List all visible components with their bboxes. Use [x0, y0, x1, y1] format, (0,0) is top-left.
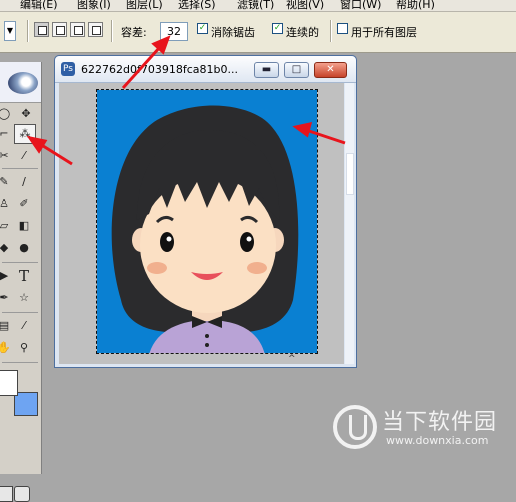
separator — [27, 20, 29, 42]
watermark-logo-icon — [333, 405, 377, 449]
vertical-scrollbar[interactable] — [345, 83, 354, 364]
all-layers-checkbox[interactable] — [337, 23, 348, 34]
photoshop-logo-icon[interactable] — [8, 72, 38, 94]
tolerance-input[interactable] — [160, 22, 188, 41]
contiguous-label: 连续的 — [286, 26, 319, 39]
eyedropper-tool-icon[interactable]: ⁄ — [16, 318, 32, 334]
watermark-name: 当下软件园 — [382, 410, 498, 435]
separator — [2, 168, 38, 169]
lasso-tool-icon[interactable]: ◯ — [0, 106, 12, 122]
all-layers-label: 用于所有图层 — [351, 26, 417, 39]
clone-stamp-tool-icon[interactable]: ♙ — [0, 196, 12, 212]
anti-alias-label: 消除锯齿 — [211, 26, 255, 39]
notes-tool-icon[interactable]: ▤ — [0, 318, 12, 334]
separator — [330, 20, 332, 42]
healing-brush-tool-icon[interactable]: ✎ — [0, 174, 12, 190]
minimize-button[interactable]: ▬ — [254, 62, 279, 78]
menu-layer[interactable]: 图层(L) — [126, 0, 163, 11]
shape-tool-icon[interactable]: ☆ — [16, 290, 32, 306]
brush-tool-icon[interactable]: ∕ — [16, 174, 32, 190]
canvas-area[interactable]: ^ — [59, 83, 344, 364]
tolerance-label: 容差: — [121, 26, 147, 39]
separator — [2, 262, 38, 263]
blur-tool-icon[interactable]: ◆ — [0, 240, 12, 256]
type-tool-icon[interactable]: T — [16, 268, 32, 284]
toolbox-header — [0, 62, 41, 103]
corner-marker-icon: ^ — [288, 354, 296, 364]
tool-preset-dropdown[interactable]: ▼ — [4, 21, 16, 41]
document-titlebar[interactable]: Ps 622762d0f703918fca81b0... ▬ □ ✕ — [55, 56, 356, 83]
history-brush-tool-icon[interactable]: ✐ — [16, 196, 32, 212]
slice-tool-icon[interactable]: ✂ — [0, 148, 12, 164]
anti-alias-checkbox[interactable]: ✓ — [197, 23, 208, 34]
photoshop-document-icon: Ps — [61, 62, 75, 76]
menu-select[interactable]: 选择(S) — [178, 0, 216, 11]
crop-tool-icon[interactable]: ⌐ — [0, 126, 12, 142]
subtract-from-selection-button[interactable] — [70, 22, 85, 37]
document-title: 622762d0f703918fca81b0... — [81, 63, 238, 76]
magic-wand-tool-icon[interactable]: ⁂ — [14, 124, 36, 144]
move-tool-icon[interactable]: ✥ — [18, 106, 34, 122]
dodge-tool-icon[interactable]: ● — [16, 240, 32, 256]
watermark-url: www.downxia.com — [386, 434, 489, 447]
toolbox: ◯ ✥ ⌐ ⁂ ✂ ⁄ ✎ ∕ ♙ ✐ ▱ ◧ ◆ ● ▶ T ✒ ☆ ▤ ⁄ … — [0, 62, 42, 502]
eyedropper-tool-icon[interactable]: ⁄ — [16, 148, 32, 164]
intersect-selection-button[interactable] — [88, 22, 103, 37]
maximize-button[interactable]: □ — [284, 62, 309, 78]
add-to-selection-button[interactable] — [52, 22, 67, 37]
path-select-tool-icon[interactable]: ▶ — [0, 268, 12, 284]
new-selection-button[interactable] — [34, 22, 49, 37]
menu-image[interactable]: 图象(I) — [77, 0, 111, 11]
pen-tool-icon[interactable]: ✒ — [0, 290, 12, 306]
menu-filter[interactable]: 滤镜(T) — [237, 0, 274, 11]
scrollbar-thumb[interactable] — [346, 153, 354, 195]
cartoon-girl-illustration — [97, 90, 317, 353]
document-window: Ps 622762d0f703918fca81b0... ▬ □ ✕ ^ — [54, 55, 357, 368]
hand-tool-icon[interactable]: ✋ — [0, 340, 12, 356]
separator — [2, 312, 38, 313]
contiguous-checkbox[interactable]: ✓ — [272, 23, 283, 34]
menu-help[interactable]: 帮助(H) — [396, 0, 435, 11]
options-bar: ▼ 容差: ✓ 消除锯齿 ✓ 连续的 用于所有图层 — [0, 12, 516, 53]
quick-mask-mode-button[interactable] — [14, 486, 30, 502]
menu-window[interactable]: 窗口(W) — [340, 0, 381, 11]
separator — [2, 362, 38, 363]
menu-edit[interactable]: 编辑(E) — [20, 0, 58, 11]
standard-mode-button[interactable] — [0, 486, 13, 502]
zoom-tool-icon[interactable]: ⚲ — [16, 340, 32, 356]
gradient-tool-icon[interactable]: ◧ — [16, 218, 32, 234]
foreground-color-swatch[interactable] — [0, 370, 18, 396]
menu-bar: 编辑(E) 图象(I) 图层(L) 选择(S) 滤镜(T) 视图(V) 窗口(W… — [0, 0, 516, 12]
eraser-tool-icon[interactable]: ▱ — [0, 218, 12, 234]
separator — [111, 20, 113, 42]
portrait-image[interactable] — [96, 89, 318, 354]
menu-view[interactable]: 视图(V) — [286, 0, 324, 11]
close-button[interactable]: ✕ — [314, 62, 347, 78]
